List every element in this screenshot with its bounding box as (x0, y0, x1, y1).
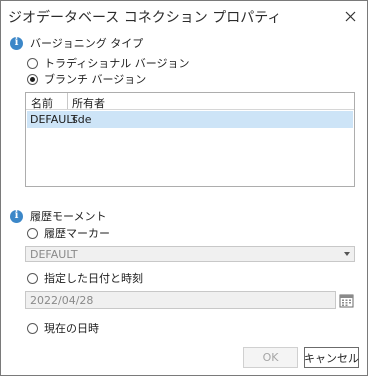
column-separator[interactable] (67, 93, 68, 109)
versioning-type-header: i バージョニング タイプ (10, 35, 143, 51)
calendar-icon (339, 294, 354, 308)
geodatabase-connection-properties-dialog: ジオデータベース コネクション プロパティ i バージョニング タイプ トラディ… (0, 0, 368, 376)
date-input[interactable]: 2022/04/28 (25, 291, 336, 309)
dialog-title: ジオデータベース コネクション プロパティ (8, 10, 282, 26)
table-header: 名前 所有者 (26, 93, 354, 110)
title-bar: ジオデータベース コネクション プロパティ (1, 1, 367, 31)
version-table[interactable]: 名前 所有者 DEFAULT sde (25, 92, 355, 187)
traditional-version-label: トラディショナル バージョン (44, 57, 190, 70)
table-row[interactable]: DEFAULT sde (27, 111, 353, 128)
column-header-owner[interactable]: 所有者 (72, 95, 105, 111)
info-icon: i (10, 36, 23, 50)
cancel-button[interactable]: キャンセル (304, 347, 359, 368)
close-icon (345, 11, 355, 21)
info-icon: i (10, 209, 23, 223)
specific-datetime-label: 指定した日付と時刻 (44, 272, 143, 285)
close-button[interactable] (339, 5, 361, 27)
historical-marker-radio[interactable] (27, 227, 38, 239)
specific-datetime-option[interactable]: 指定した日付と時刻 (27, 270, 143, 286)
historical-moment-label: 履歴モーメント (30, 210, 107, 223)
version-name-cell: DEFAULT (30, 113, 78, 126)
historical-marker-select[interactable]: DEFAULT (25, 246, 355, 262)
calendar-button[interactable] (339, 293, 354, 308)
dropdown-arrow-icon (344, 252, 350, 256)
historical-marker-value: DEFAULT (30, 248, 78, 261)
versioning-type-label: バージョニング タイプ (30, 37, 144, 50)
current-datetime-label: 現在の日時 (44, 322, 99, 335)
historical-marker-label: 履歴マーカー (44, 227, 110, 240)
historical-marker-option[interactable]: 履歴マーカー (27, 225, 110, 241)
branch-version-radio[interactable] (27, 73, 38, 85)
traditional-version-radio[interactable] (27, 57, 38, 69)
version-owner-cell: sde (72, 113, 92, 126)
ok-button[interactable]: OK (243, 347, 298, 368)
current-datetime-option[interactable]: 現在の日時 (27, 320, 99, 336)
historical-moment-header: i 履歴モーメント (10, 208, 107, 224)
branch-version-option[interactable]: ブランチ バージョン (27, 71, 146, 87)
traditional-version-option[interactable]: トラディショナル バージョン (27, 55, 190, 71)
specific-datetime-radio[interactable] (27, 272, 38, 284)
branch-version-label: ブランチ バージョン (44, 73, 147, 86)
date-value: 2022/04/28 (30, 294, 94, 307)
current-datetime-radio[interactable] (27, 322, 38, 334)
column-header-name[interactable]: 名前 (31, 95, 53, 111)
